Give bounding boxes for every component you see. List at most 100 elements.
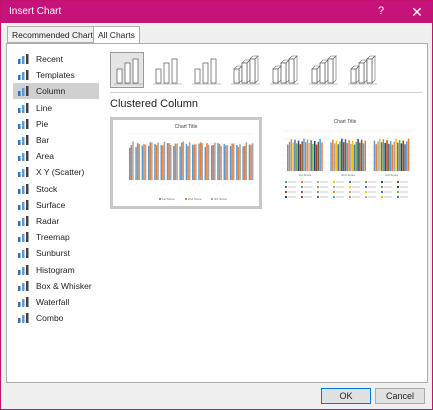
insert-chart-dialog: Insert Chart ? ✕ Recommended Charts All … xyxy=(0,0,433,410)
sunburst-chart-icon xyxy=(18,248,29,259)
category-label: Stock xyxy=(36,183,58,194)
category-area[interactable]: Area xyxy=(13,148,99,164)
surface-chart-icon xyxy=(18,199,29,210)
category-label: Templates xyxy=(36,70,75,81)
category-combo[interactable]: Combo xyxy=(13,310,99,326)
category-label: Column xyxy=(36,86,66,97)
subtype-icon xyxy=(270,55,299,85)
svg-text:....: .... xyxy=(228,181,232,185)
svg-text:....: .... xyxy=(191,181,195,185)
svg-text:....: .... xyxy=(241,181,245,185)
category-label: Sunburst xyxy=(36,248,71,259)
treemap-chart-icon xyxy=(18,232,29,243)
svg-text:....: .... xyxy=(153,181,157,185)
category-label: Box & Whisker xyxy=(36,280,92,291)
category-recent[interactable]: Recent xyxy=(13,51,99,67)
svg-text:3rd Score: 3rd Score xyxy=(214,197,227,201)
category-bar[interactable]: Bar xyxy=(13,132,99,148)
category-line[interactable]: Line xyxy=(13,100,99,116)
dialog-footer: OK Cancel xyxy=(1,385,432,409)
subtype-icon xyxy=(348,55,377,85)
category-waterfall[interactable]: Waterfall xyxy=(13,294,99,310)
ok-button[interactable]: OK xyxy=(321,388,371,404)
box-whisker-chart-icon xyxy=(18,280,29,291)
combo-chart-icon xyxy=(18,313,29,324)
pie-chart-icon xyxy=(18,118,29,129)
close-icon[interactable]: ✕ xyxy=(404,2,430,22)
svg-text:....: .... xyxy=(247,181,251,185)
category-sunburst[interactable]: Sunburst xyxy=(13,245,99,261)
category-label: X Y (Scatter) xyxy=(36,167,85,178)
subtype-icon xyxy=(192,58,221,85)
category-column[interactable]: Column xyxy=(13,83,99,100)
preview-2-graphic: 1st Score 2nd Score 3rd Score xyxy=(283,130,413,198)
svg-text:1st Score: 1st Score xyxy=(162,197,175,201)
svg-text:....: .... xyxy=(147,181,151,185)
category-stock[interactable]: Stock xyxy=(13,181,99,197)
category-label: Pie xyxy=(36,118,49,129)
area-chart-icon xyxy=(18,151,29,162)
category-label: Histogram xyxy=(36,264,75,275)
svg-text:....: .... xyxy=(134,181,138,185)
title-bar: Insert Chart ? ✕ xyxy=(1,1,432,23)
subtype-icon xyxy=(309,55,338,85)
bar-chart-icon xyxy=(18,135,29,145)
category-x-y-scatter[interactable]: X Y (Scatter) xyxy=(13,164,99,180)
category-label: Bar xyxy=(36,135,50,145)
divider xyxy=(110,92,422,93)
subtype-3-d-column[interactable] xyxy=(344,52,378,88)
svg-text:....: .... xyxy=(128,181,132,185)
waterfall-chart-icon xyxy=(18,297,29,307)
help-icon[interactable]: ? xyxy=(378,5,384,17)
svg-text:....: .... xyxy=(165,181,169,185)
subtype-icon xyxy=(231,55,260,85)
svg-text:....: .... xyxy=(159,181,163,185)
cancel-button[interactable]: Cancel xyxy=(375,388,425,404)
subtype-3-d-100-stacked-column[interactable] xyxy=(305,52,339,88)
svg-text:....: .... xyxy=(222,181,226,185)
category-histogram[interactable]: Histogram xyxy=(13,262,99,278)
svg-text:....: .... xyxy=(197,181,201,185)
preview-1-graphic: ........................................… xyxy=(127,133,254,201)
svg-text:2nd Score: 2nd Score xyxy=(341,173,355,177)
category-box-whisker[interactable]: Box & Whisker xyxy=(13,278,99,294)
category-label: Recent xyxy=(36,54,63,64)
category-surface[interactable]: Surface xyxy=(13,197,99,213)
subtype-icon xyxy=(114,58,143,85)
chart-detail-area: Clustered Column Chart Title ...........… xyxy=(106,44,426,382)
subtype-3-d-clustered-column[interactable] xyxy=(227,52,261,88)
tab-recommended-charts[interactable]: Recommended Charts xyxy=(7,26,103,43)
scatter-chart-icon xyxy=(18,167,29,178)
stock-chart-icon xyxy=(18,183,29,194)
column-chart-icon xyxy=(18,86,29,97)
chart-preview-2[interactable]: Chart Title 1st Score 2nd Score 3rd Score xyxy=(269,117,421,209)
histogram-chart-icon xyxy=(18,264,29,275)
category-radar[interactable]: Radar xyxy=(13,213,99,229)
subtype-100-stacked-column[interactable] xyxy=(188,52,222,88)
svg-text:3rd Score: 3rd Score xyxy=(385,173,398,177)
line-chart-icon xyxy=(18,102,29,113)
category-pie[interactable]: Pie xyxy=(13,116,99,132)
category-treemap[interactable]: Treemap xyxy=(13,229,99,245)
radar-chart-icon xyxy=(18,216,29,226)
svg-text:....: .... xyxy=(140,181,144,185)
subtype-clustered-column[interactable] xyxy=(110,52,144,88)
svg-text:....: .... xyxy=(235,181,239,185)
category-templates[interactable]: Templates xyxy=(13,67,99,83)
svg-text:....: .... xyxy=(216,181,220,185)
window-title: Insert Chart xyxy=(9,6,62,17)
category-label: Combo xyxy=(36,313,64,324)
subtype-icon xyxy=(153,58,182,85)
chart-preview-1[interactable]: Chart Title ............................… xyxy=(110,117,262,209)
category-label: Radar xyxy=(36,216,60,226)
category-label: Surface xyxy=(36,199,66,210)
tab-all-charts[interactable]: All Charts xyxy=(93,26,140,44)
category-label: Line xyxy=(36,102,53,113)
chart-category-list: Recent Templates Column Line Pie Bar Area X Y (… xyxy=(7,44,102,382)
recent-icon xyxy=(18,54,29,64)
svg-text:1st Score: 1st Score xyxy=(299,173,312,177)
templates-icon xyxy=(18,70,29,81)
subtype-stacked-column[interactable] xyxy=(149,52,183,88)
subtype-3-d-stacked-column[interactable] xyxy=(266,52,300,88)
svg-text:....: .... xyxy=(178,181,182,185)
